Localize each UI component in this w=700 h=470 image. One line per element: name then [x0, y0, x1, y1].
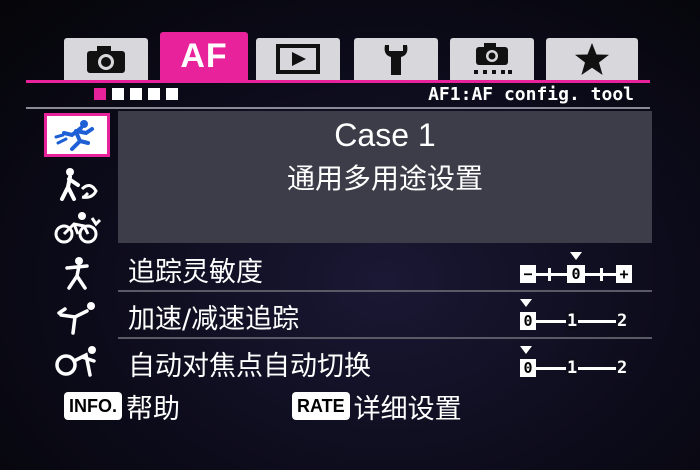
page-dot-4	[148, 88, 160, 100]
scale-max-label: 2	[616, 358, 629, 378]
param-tracking-sensitivity[interactable]: 追踪灵敏度 − 0 +	[118, 248, 652, 288]
case-title: Case 1	[334, 117, 436, 153]
menu-tabs: AF	[64, 32, 646, 80]
case-4-button[interactable]	[44, 251, 110, 295]
scale-mid-label: 1	[566, 311, 579, 331]
page-dot-2	[112, 88, 124, 100]
case-5-button[interactable]	[44, 296, 110, 340]
case-2-button[interactable]	[44, 162, 110, 206]
varied-subject-icon	[55, 346, 96, 377]
custom-camera-icon	[474, 43, 512, 74]
param-af-point-auto-switching[interactable]: 自动对焦点自动切换 0 1 2	[118, 342, 652, 382]
case-description: 通用多用途设置	[286, 162, 483, 195]
wrench-icon	[384, 45, 408, 75]
scale-min-label: −	[520, 265, 536, 283]
camera-icon	[87, 46, 125, 73]
tab-my-menu[interactable]	[546, 38, 638, 80]
star-icon	[575, 43, 609, 75]
header-divider	[26, 107, 650, 109]
info-button[interactable]: INFO.	[64, 392, 122, 420]
tab-shooting[interactable]	[64, 38, 148, 80]
scale-mid-label: 0	[567, 265, 585, 283]
obstacle-icon	[60, 168, 98, 201]
case-description-panel: Case 1 通用多用途设置	[118, 111, 652, 243]
value-marker-icon	[520, 346, 532, 354]
tab-af-label: AF	[180, 36, 228, 75]
case-6-button[interactable]	[44, 340, 110, 384]
sudden-speed-icon	[65, 257, 89, 290]
scale-mid-label: 1	[566, 358, 579, 378]
footer-detail: RATE 详细设置	[292, 388, 462, 425]
rate-label: 详细设置	[353, 393, 462, 425]
scale-min-label: 0	[520, 312, 536, 330]
case-3-button[interactable]	[44, 207, 110, 251]
erratic-movement-icon	[57, 302, 95, 335]
play-icon	[276, 44, 320, 74]
rate-button[interactable]: RATE	[292, 392, 350, 420]
cyclist-icon	[54, 212, 102, 244]
param-label: 自动对焦点自动切换	[128, 351, 371, 382]
tab-playback[interactable]	[256, 38, 340, 80]
page-dot-5	[166, 88, 178, 100]
tab-underline	[26, 80, 650, 83]
footer-help: INFO. 帮助	[64, 388, 180, 425]
value-marker-icon	[570, 252, 582, 260]
page-indicator	[94, 88, 178, 100]
scale-max-label: +	[616, 265, 632, 283]
tracking-sensitivity-scale: − 0 +	[520, 252, 632, 288]
case-1-button[interactable]	[44, 113, 110, 157]
param-label: 加速/减速追踪	[128, 304, 300, 335]
menu-page-title: AF1:AF config. tool	[428, 84, 634, 105]
tab-custom[interactable]	[450, 38, 534, 80]
param-accel-decel-tracking[interactable]: 加速/减速追踪 0 1 2	[118, 295, 652, 335]
param-label: 追踪灵敏度	[128, 257, 263, 288]
camera-menu-screen: AF AF1:AF config. tool Case 1 通用多用途设置 追踪…	[0, 0, 700, 470]
tab-setup[interactable]	[354, 38, 438, 80]
page-dot-3	[130, 88, 142, 100]
af-point-switch-scale: 0 1 2	[520, 346, 632, 382]
page-dot-1	[94, 88, 106, 100]
tab-af[interactable]: AF	[160, 32, 248, 80]
value-marker-icon	[520, 299, 532, 307]
scale-min-label: 0	[520, 359, 536, 377]
versatile-runner-icon	[54, 120, 94, 151]
scale-max-label: 2	[616, 311, 629, 331]
info-label: 帮助	[126, 393, 180, 425]
accel-decel-scale: 0 1 2	[520, 299, 632, 335]
